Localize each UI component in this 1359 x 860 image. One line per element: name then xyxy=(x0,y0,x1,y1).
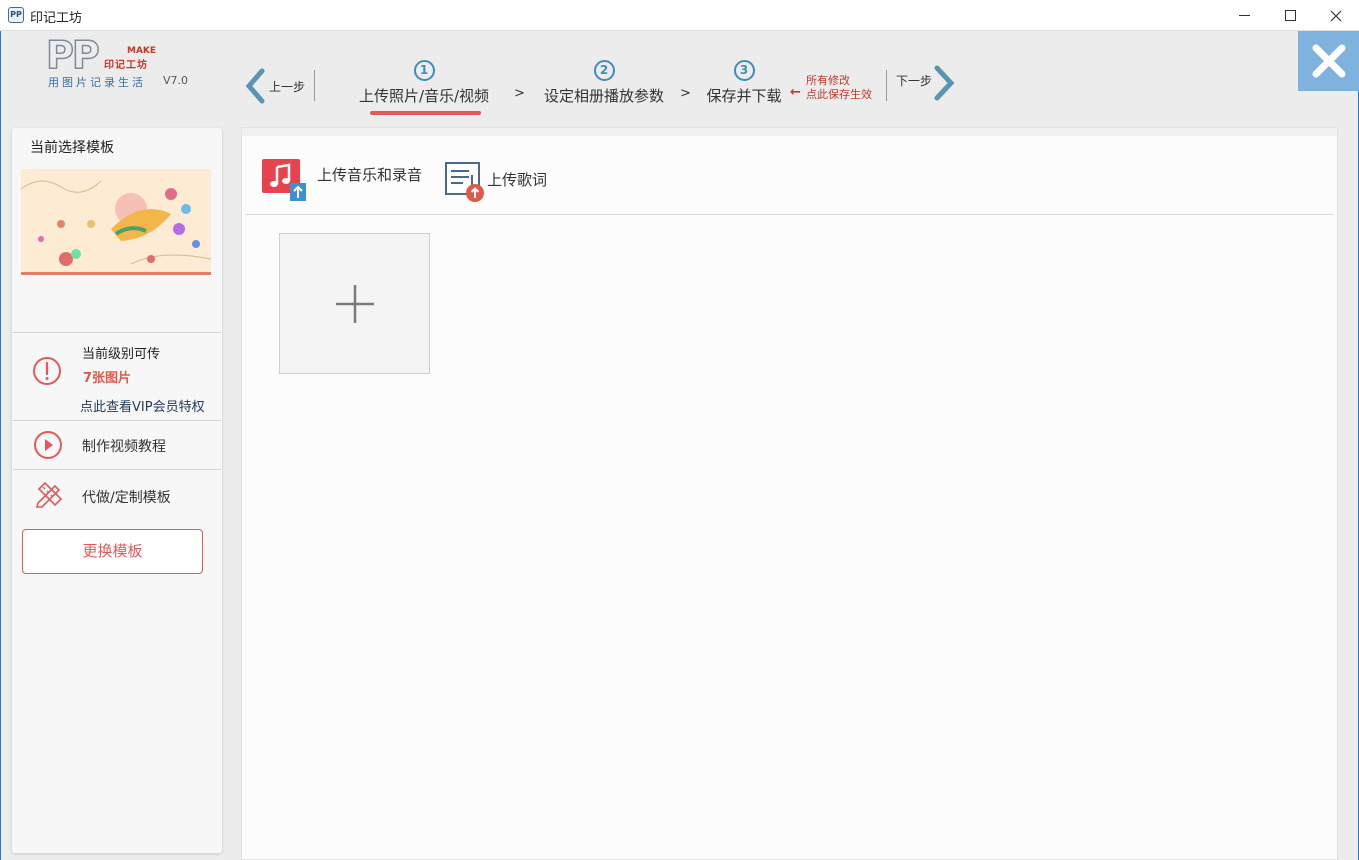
upload-music-button[interactable]: 上传音乐和录音 xyxy=(262,159,442,205)
pencil-ruler-icon xyxy=(35,481,63,508)
minimize-button[interactable] xyxy=(1221,0,1267,31)
upload-limit-label: 当前级别可传 xyxy=(82,347,161,362)
template-illustration xyxy=(21,169,211,275)
upload-music-label: 上传音乐和录音 xyxy=(317,166,423,184)
current-template-title: 当前选择模板 xyxy=(30,140,114,156)
window-title: 印记工坊 xyxy=(30,11,83,26)
change-template-button[interactable]: 更换模板 xyxy=(22,529,203,574)
step-save-download[interactable]: 3 保存并下载 xyxy=(700,60,788,106)
step-separator: > xyxy=(514,86,525,101)
step-number: 2 xyxy=(593,60,615,81)
version-label: V7.0 xyxy=(163,74,189,87)
close-icon xyxy=(1312,44,1345,78)
step-label: 上传照片/音乐/视频 xyxy=(358,87,490,105)
step-label: 设定相册播放参数 xyxy=(543,87,664,105)
upload-limit-value: 7张图片 xyxy=(83,371,132,386)
step-separator: > xyxy=(680,86,691,101)
upload-lyrics-button[interactable]: 上传歌词 xyxy=(445,161,585,207)
prev-step-button[interactable]: 上一步 xyxy=(242,66,312,106)
custom-template-label: 代做/定制模板 xyxy=(82,490,171,506)
video-tutorial-item[interactable]: 制作视频教程 xyxy=(13,422,221,466)
logo-slogan: 用图片记录生活 xyxy=(48,76,146,89)
toolbar-divider xyxy=(245,214,1333,215)
music-upload-icon xyxy=(262,159,306,201)
video-tutorial-label: 制作视频教程 xyxy=(82,439,166,455)
maximize-button[interactable] xyxy=(1267,0,1313,31)
panel-top-strip xyxy=(242,128,1337,136)
save-hint-line2: 点此保存生效 xyxy=(806,88,872,101)
template-thumbnail[interactable] xyxy=(21,169,211,275)
left-panel: 当前选择模板 当前级别可传 7张图片 点此查看VIP会员特权 制作视频教程 代做… xyxy=(12,128,222,853)
nav-divider xyxy=(314,70,315,101)
step-number: 3 xyxy=(733,60,755,81)
main-panel: 上传音乐和录音 上传歌词 xyxy=(241,127,1338,860)
window-close-button[interactable] xyxy=(1313,0,1359,31)
alert-circle-icon xyxy=(33,357,61,385)
app-logo-icon: PP xyxy=(8,7,24,23)
step-upload[interactable]: 1 上传照片/音乐/视频 xyxy=(348,60,500,106)
logo-make: MAKE xyxy=(127,46,157,56)
logo-pp: PP xyxy=(45,33,100,77)
brand-logo: PP MAKE 印记工坊 用图片记录生活 V7.0 xyxy=(45,33,196,92)
vip-privileges-link[interactable]: 点此查看VIP会员特权 xyxy=(80,396,205,415)
chevron-left-icon xyxy=(245,68,265,104)
window-border-left xyxy=(0,31,1,860)
chevron-right-icon xyxy=(934,65,955,101)
thumbnail-underline xyxy=(21,272,211,275)
nav-divider xyxy=(886,70,887,101)
lyrics-upload-icon xyxy=(445,162,484,202)
divider xyxy=(13,420,221,421)
upload-lyrics-label: 上传歌词 xyxy=(487,171,548,189)
next-step-label: 下一步 xyxy=(896,74,933,88)
add-photo-button[interactable] xyxy=(279,233,430,374)
play-circle-icon xyxy=(34,431,62,459)
divider xyxy=(13,469,221,470)
divider xyxy=(13,332,221,333)
prev-step-label: 上一步 xyxy=(269,80,306,94)
next-step-button[interactable]: 下一步 xyxy=(894,62,964,102)
plus-icon xyxy=(335,284,374,323)
header xyxy=(1,31,1358,128)
title-bar: PP 印记工坊 xyxy=(0,0,1359,31)
step-label: 保存并下载 xyxy=(706,87,782,105)
step-settings[interactable]: 2 设定相册播放参数 xyxy=(537,60,671,106)
step-number: 1 xyxy=(413,60,435,81)
active-step-indicator xyxy=(370,111,481,115)
app-close-button[interactable] xyxy=(1298,31,1359,91)
custom-template-item[interactable]: 代做/定制模板 xyxy=(13,473,221,517)
close-icon xyxy=(1330,10,1342,21)
arrow-left-icon: ← xyxy=(790,85,801,100)
logo-cn: 印记工坊 xyxy=(104,60,148,71)
